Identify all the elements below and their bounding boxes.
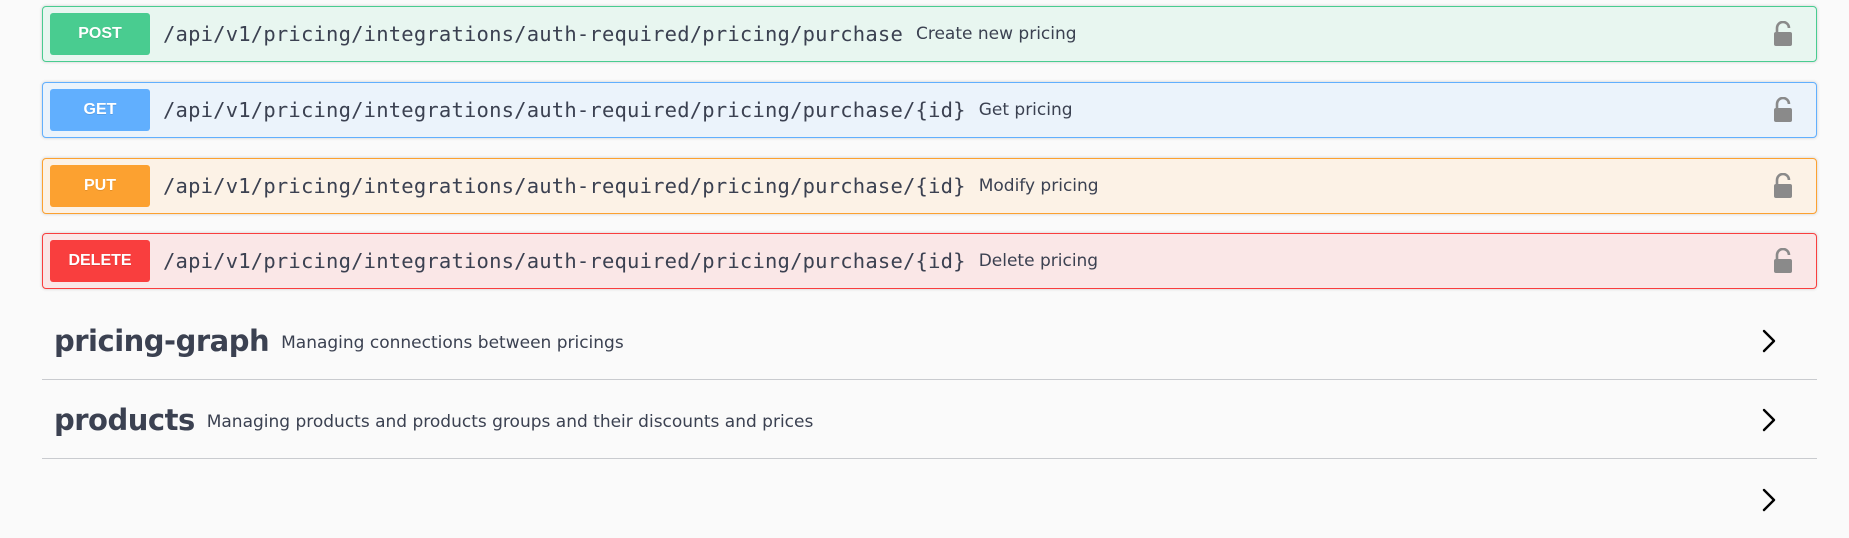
- operation-post-purchase[interactable]: POST /api/v1/pricing/integrations/auth-r…: [42, 6, 1817, 62]
- method-badge: POST: [50, 13, 150, 55]
- operation-path: /api/v1/pricing/integrations/auth-requir…: [163, 22, 903, 46]
- operation-put-purchase[interactable]: PUT /api/v1/pricing/integrations/auth-re…: [42, 158, 1817, 214]
- method-badge: PUT: [50, 165, 150, 207]
- operation-delete-purchase[interactable]: DELETE /api/v1/pricing/integrations/auth…: [42, 233, 1817, 289]
- operation-path: /api/v1/pricing/integrations/auth-requir…: [163, 174, 966, 198]
- lock-icon[interactable]: [1772, 97, 1794, 123]
- operation-path: /api/v1/pricing/integrations/auth-requir…: [163, 98, 966, 122]
- tag-name: pricing-graph: [54, 323, 270, 358]
- lock-icon[interactable]: [1772, 173, 1794, 199]
- operation-summary: Modify pricing: [978, 176, 1099, 196]
- tag-section-partial[interactable]: [42, 460, 1817, 538]
- chevron-right-icon[interactable]: [1759, 326, 1779, 356]
- tag-description: Managing products and products groups an…: [206, 411, 814, 432]
- tag-section-products[interactable]: products Managing products and products …: [42, 381, 1817, 459]
- tag-name: products: [54, 402, 195, 437]
- operation-summary: Delete pricing: [978, 251, 1099, 271]
- operation-summary: Create new pricing: [915, 24, 1077, 44]
- chevron-right-icon[interactable]: [1759, 485, 1779, 515]
- lock-icon[interactable]: [1772, 21, 1794, 47]
- operation-path: /api/v1/pricing/integrations/auth-requir…: [163, 249, 966, 273]
- tag-description: Managing connections between pricings: [281, 332, 624, 353]
- lock-icon[interactable]: [1772, 248, 1794, 274]
- tag-section-pricing-graph[interactable]: pricing-graph Managing connections betwe…: [42, 302, 1817, 380]
- chevron-right-icon[interactable]: [1759, 405, 1779, 435]
- method-badge: DELETE: [50, 240, 150, 282]
- operation-summary: Get pricing: [978, 100, 1073, 120]
- method-badge: GET: [50, 89, 150, 131]
- operation-get-purchase[interactable]: GET /api/v1/pricing/integrations/auth-re…: [42, 82, 1817, 138]
